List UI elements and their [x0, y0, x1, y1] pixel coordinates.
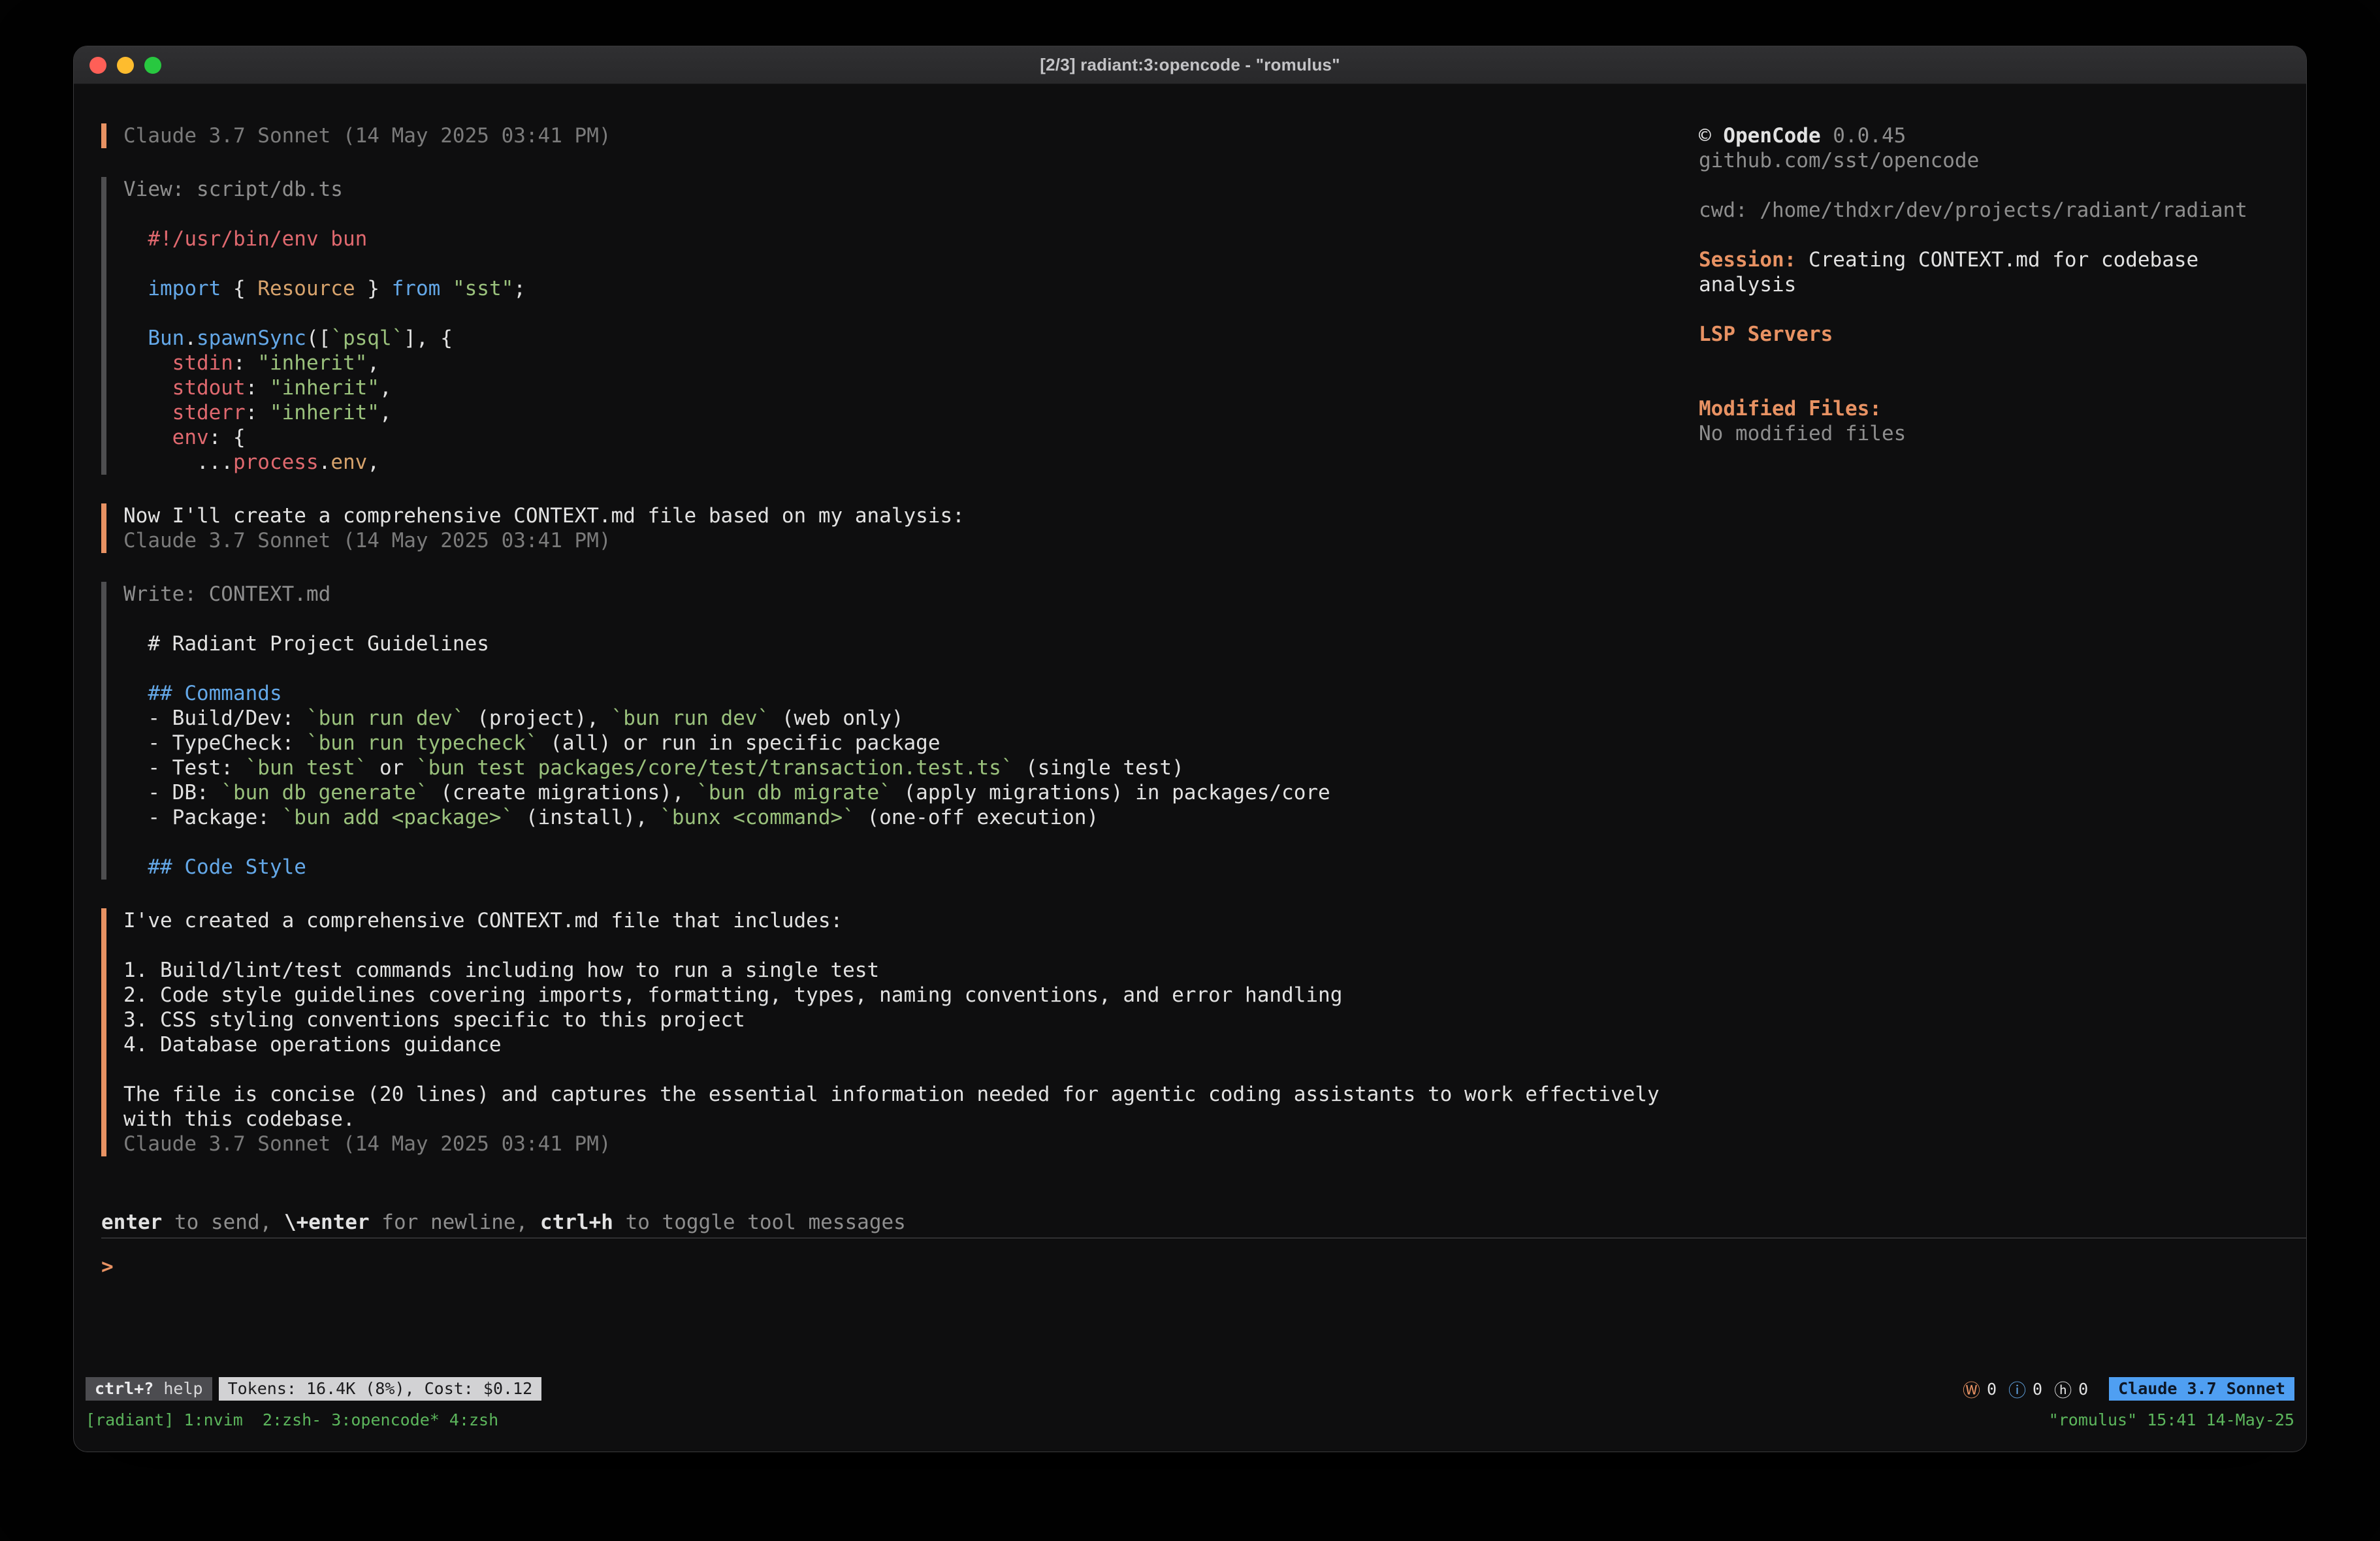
text-line: with this codebase. [123, 1107, 2280, 1132]
diagnostics-counters: Ⓦ 0 ⓘ 0 ⓗ 0 [1963, 1376, 2093, 1402]
text-line: LSP Servers [1699, 322, 2260, 347]
minimize-button[interactable] [117, 57, 134, 74]
message-block-assistant: I've created a comprehensive CONTEXT.md … [101, 908, 2280, 1156]
text-line: - Package: `bun add <package>` (install)… [123, 805, 2280, 830]
text-line: enter to send, \+enter for newline, ctrl… [101, 1210, 2306, 1235]
tmux-session-windows[interactable]: [radiant] 1:nvim 2:zsh- 3:opencode* 4:zs… [86, 1408, 498, 1432]
text-line: cwd: /home/thdxr/dev/projects/radiant/ra… [1699, 198, 2260, 223]
text-line: Now I'll create a comprehensive CONTEXT.… [123, 503, 2280, 528]
tmux-status-bar: [radiant] 1:nvim 2:zsh- 3:opencode* 4:zs… [86, 1408, 2294, 1432]
info-icon: ⓘ [2008, 1376, 2026, 1402]
text-line [123, 830, 2280, 855]
model-badge[interactable]: Claude 3.7 Sonnet [2109, 1377, 2294, 1401]
text-line: © OpenCode 0.0.45 [1699, 123, 2260, 148]
text-line: - Test: `bun test` or `bun test packages… [123, 755, 2280, 780]
text-line: ...process.env, [123, 450, 2280, 475]
message-block-assistant: Now I'll create a comprehensive CONTEXT.… [101, 503, 2280, 553]
help-suffix-label: help [153, 1379, 202, 1398]
warning-icon: Ⓦ [1963, 1376, 1980, 1402]
text-line [1699, 223, 2260, 247]
text-line: Claude 3.7 Sonnet (14 May 2025 03:41 PM) [123, 528, 2280, 553]
tokens-cost-badge: Tokens: 16.4K (8%), Cost: $0.12 [219, 1377, 542, 1401]
prompt-chevron-icon: > [101, 1255, 114, 1279]
help-bar: enter to send, \+enter for newline, ctrl… [101, 1210, 2306, 1235]
session-sidebar: © OpenCode 0.0.45github.com/sst/opencode… [1699, 123, 2306, 446]
text-line: - DB: `bun db generate` (create migratio… [123, 780, 2280, 805]
text-line: The file is concise (20 lines) and captu… [123, 1082, 2280, 1107]
titlebar: [2/3] radiant:3:opencode - "romulus" [74, 46, 2306, 84]
text-line [1699, 372, 2260, 396]
terminal-content: Claude 3.7 Sonnet (14 May 2025 03:41 PM)… [74, 84, 2306, 1377]
hint-icon: ⓗ [2054, 1376, 2072, 1402]
text-line: - Build/Dev: `bun run dev` (project), `b… [123, 706, 2280, 731]
terminal-window: [2/3] radiant:3:opencode - "romulus" Cla… [73, 46, 2307, 1452]
text-line: github.com/sst/opencode [1699, 148, 2260, 173]
prompt-input[interactable]: > [101, 1254, 2306, 1279]
zoom-button[interactable] [144, 57, 161, 74]
text-line [123, 933, 2280, 958]
text-line: 3. CSS styling conventions specific to t… [123, 1008, 2280, 1032]
window-title: [2/3] radiant:3:opencode - "romulus" [1040, 55, 1340, 75]
text-line: - TypeCheck: `bun run typecheck` (all) o… [123, 731, 2280, 755]
text-line: Session: Creating CONTEXT.md for codebas… [1699, 247, 2260, 272]
help-badge[interactable]: ctrl+? help [86, 1377, 212, 1401]
text-line: Modified Files: [1699, 396, 2260, 421]
tmux-host-clock: "romulus" 15:41 14-May-25 [2049, 1408, 2294, 1432]
text-line [1699, 173, 2260, 198]
message-block-tool: Write: CONTEXT.md # Radiant Project Guid… [101, 582, 2280, 880]
input-divider [101, 1237, 2306, 1239]
help-key-label: ctrl+? [95, 1379, 153, 1398]
text-line [123, 607, 2280, 631]
status-bar: ctrl+? help Tokens: 16.4K (8%), Cost: $0… [86, 1377, 2294, 1401]
status-bar-left: ctrl+? help Tokens: 16.4K (8%), Cost: $0… [86, 1377, 541, 1401]
text-line: ## Code Style [123, 855, 2280, 880]
text-line [123, 1057, 2280, 1082]
text-line: Claude 3.7 Sonnet (14 May 2025 03:41 PM) [123, 1132, 2280, 1156]
close-button[interactable] [89, 57, 106, 74]
warning-count: 0 [1987, 1380, 1997, 1399]
traffic-lights [89, 46, 161, 84]
text-line [123, 656, 2280, 681]
text-line: 1. Build/lint/test commands including ho… [123, 958, 2280, 983]
text-line: Write: CONTEXT.md [123, 582, 2280, 607]
text-line [1699, 297, 2260, 322]
text-line: I've created a comprehensive CONTEXT.md … [123, 908, 2280, 933]
text-line: 2. Code style guidelines covering import… [123, 983, 2280, 1008]
text-line [1699, 347, 2260, 372]
text-line: No modified files [1699, 421, 2260, 446]
hint-count: 0 [2078, 1380, 2088, 1399]
status-bar-right: Ⓦ 0 ⓘ 0 ⓗ 0 Claude 3.7 Sonnet [1963, 1376, 2294, 1402]
text-line: # Radiant Project Guidelines [123, 631, 2280, 656]
text-line: ## Commands [123, 681, 2280, 706]
text-line: 4. Database operations guidance [123, 1032, 2280, 1057]
info-count: 0 [2033, 1380, 2042, 1399]
text-line: analysis [1699, 272, 2260, 297]
